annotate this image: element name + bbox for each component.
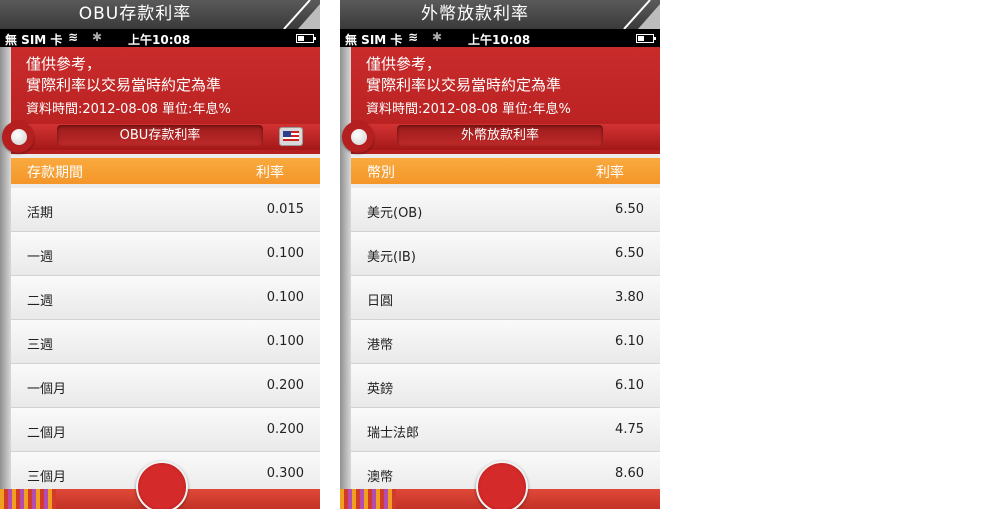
selector-knob[interactable] [2,121,34,153]
us-flag-icon[interactable] [279,127,303,146]
data-time-line: 資料時間:2012-08-08 單位:年息% [26,102,231,117]
row-rate: 3.80 [615,290,644,305]
column-header-currency: 幣別 [367,165,395,181]
column-header-period: 存款期間 [27,165,83,181]
clock: 上午10:08 [468,33,531,47]
selector-label[interactable]: 外幣放款利率 [397,125,603,146]
table-header: 存款期間 利率 [11,158,320,184]
row-label: 澳幣 [367,470,394,485]
column-header-rate: 利率 [256,165,284,181]
rate-type-selector[interactable]: OBU存款利率 [0,121,320,153]
bank-logo-icon[interactable] [136,461,188,509]
row-label: 活期 [27,206,54,221]
row-rate: 6.10 [615,378,644,393]
row-rate: 0.200 [266,422,304,437]
row-label: 三個月 [27,470,67,485]
row-label: 二個月 [27,426,67,441]
table-row[interactable]: 瑞士法郎 4.75 [351,408,660,452]
column-header-rate: 利率 [596,165,624,181]
rate-table: 美元(OB) 6.50 美元(IB) 6.50 日圓 3.80 港幣 6.10 英鎊 6.… [351,188,660,496]
bank-logo-icon[interactable] [476,461,528,509]
row-label: 二週 [27,294,54,309]
table-row[interactable]: 活期 0.015 [11,188,320,232]
row-label: 瑞士法郎 [367,426,420,441]
wifi-icon: ≋ [68,30,79,44]
banner-corner-decoration [623,0,660,29]
knob-icon [351,129,367,145]
title-banner: 外幣放款利率 [340,0,660,29]
selector-knob[interactable] [342,121,374,153]
row-label: 一週 [27,250,54,265]
row-label: 美元(OB) [367,206,423,221]
notice-line-1: 僅供參考， [26,55,102,73]
table-row[interactable]: 美元(OB) 6.50 [351,188,660,232]
carrier-label: 無 SIM 卡 [345,33,403,47]
row-rate: 0.300 [266,466,304,481]
row-rate: 8.60 [615,466,644,481]
side-strip [0,47,11,509]
table-row[interactable]: 一個月 0.200 [11,364,320,408]
loading-spinner-icon: ✱ [92,30,103,44]
notice-line-2: 實際利率以交易當時約定為準 [366,76,562,94]
row-rate: 0.100 [266,246,304,261]
side-strip [340,47,351,509]
row-rate: 0.015 [266,202,304,217]
notice-line-1: 僅供參考， [366,55,442,73]
battery-icon [636,34,656,43]
row-label: 三週 [27,338,54,353]
clock: 上午10:08 [128,33,191,47]
row-label: 美元(IB) [367,250,416,265]
row-rate: 0.100 [266,334,304,349]
data-time-line: 資料時間:2012-08-08 單位:年息% [366,102,571,117]
footer-stripes-decoration [0,489,56,509]
phone-screen-fx-loan: 外幣放款利率 無 SIM 卡 ≋ ✱ 上午10:08 僅供參考， 實際利率以交易… [340,0,660,509]
banner-title: 外幣放款利率 [421,4,529,24]
wifi-icon: ≋ [408,30,419,44]
carrier-label: 無 SIM 卡 [5,33,63,47]
banner-title: OBU存款利率 [78,4,192,24]
row-label: 英鎊 [367,382,394,397]
table-row[interactable]: 二週 0.100 [11,276,320,320]
table-row[interactable]: 二個月 0.200 [11,408,320,452]
row-label: 一個月 [27,382,67,397]
table-row[interactable]: 港幣 6.10 [351,320,660,364]
row-label: 港幣 [367,338,394,353]
footer-stripes-decoration [340,489,396,509]
row-rate: 4.75 [615,422,644,437]
table-row[interactable]: 美元(IB) 6.50 [351,232,660,276]
status-bar: 無 SIM 卡 ≋ ✱ 上午10:08 [0,29,320,47]
table-header: 幣別 利率 [351,158,660,184]
status-bar: 無 SIM 卡 ≋ ✱ 上午10:08 [340,29,660,47]
battery-icon [296,34,316,43]
table-row[interactable]: 日圓 3.80 [351,276,660,320]
table-row[interactable]: 英鎊 6.10 [351,364,660,408]
banner-corner-decoration [283,0,320,29]
loading-spinner-icon: ✱ [432,30,443,44]
knob-icon [11,129,27,145]
selector-label[interactable]: OBU存款利率 [57,125,263,146]
notice-line-2: 實際利率以交易當時約定為準 [26,76,222,94]
row-label: 日圓 [367,294,394,309]
phone-screen-obu-deposit: OBU存款利率 無 SIM 卡 ≋ ✱ 上午10:08 僅供參考， 實際利率以交… [0,0,320,509]
rate-table: 活期 0.015 一週 0.100 二週 0.100 三週 0.100 一個月 0.200… [11,188,320,496]
row-rate: 0.200 [266,378,304,393]
table-row[interactable]: 一週 0.100 [11,232,320,276]
row-rate: 6.10 [615,334,644,349]
row-rate: 0.100 [266,290,304,305]
title-banner: OBU存款利率 [0,0,320,29]
rate-type-selector[interactable]: 外幣放款利率 [340,121,660,153]
row-rate: 6.50 [615,246,644,261]
table-row[interactable]: 三週 0.100 [11,320,320,364]
row-rate: 6.50 [615,202,644,217]
